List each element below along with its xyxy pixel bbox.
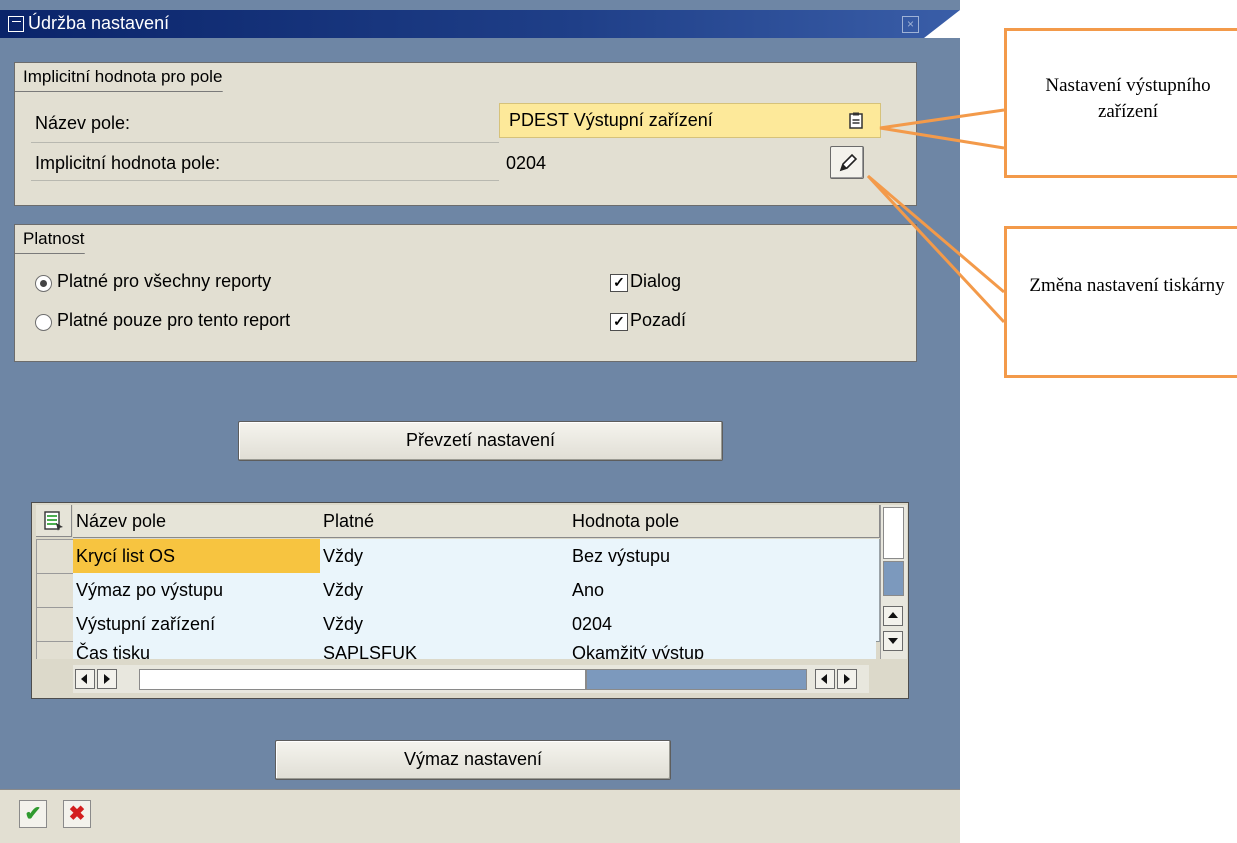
arrow-left-icon xyxy=(821,674,827,684)
table-cell[interactable]: Ano xyxy=(569,573,880,608)
scroll-up-button[interactable] xyxy=(883,606,903,626)
pencil-icon xyxy=(837,152,859,174)
table-cell[interactable]: Čas tisku xyxy=(73,641,324,659)
scroll-right-button-2[interactable] xyxy=(837,669,857,689)
callout-printer-change-text: Změna nastavení tiskárny xyxy=(1029,275,1225,296)
checkmark-icon[interactable]: ✔ xyxy=(19,800,47,828)
checkbox-dialog-label: Dialog xyxy=(630,271,682,291)
vertical-scroll-track[interactable] xyxy=(883,507,904,559)
column-header-value[interactable]: Hodnota pole xyxy=(569,505,880,538)
arrow-down-icon xyxy=(888,638,898,644)
checkbox-background-label: Pozadí xyxy=(630,310,687,330)
settings-table: Název pole Platné Hodnota pole Krycí lis… xyxy=(31,502,909,699)
default-value-group-title: Implicitní hodnota pro pole xyxy=(15,63,240,92)
bottom-toolbar: ✔ ✖ xyxy=(0,789,960,843)
edit-printer-button[interactable] xyxy=(830,146,864,179)
default-value-label: Implicitní hodnota pole: xyxy=(35,153,221,173)
field-name-underline xyxy=(31,142,499,143)
table-cell[interactable]: Vždy xyxy=(320,573,573,608)
close-icon[interactable]: × xyxy=(902,16,919,33)
arrow-up-icon xyxy=(888,612,898,618)
table-row[interactable]: Výmaz po výstupu Vždy Ano xyxy=(32,573,880,609)
apply-settings-button[interactable]: Převzetí nastavení xyxy=(238,421,723,461)
scroll-left-button-2[interactable] xyxy=(815,669,835,689)
table-cell[interactable]: Vždy xyxy=(320,539,573,574)
table-cell[interactable]: Výmaz po výstupu xyxy=(73,573,324,608)
field-name-value: PDEST Výstupní zařízení xyxy=(509,110,713,130)
title-bar: Údržba nastavení × xyxy=(0,10,960,38)
scroll-down-button[interactable] xyxy=(883,631,903,651)
table-settings-icon xyxy=(44,511,64,531)
callout-output-device: Nastavení výstupního zařízení xyxy=(1004,28,1237,178)
radio-this-report-label: Platné pouze pro tento report xyxy=(57,310,291,330)
table-cell[interactable]: Bez výstupu xyxy=(569,539,880,574)
table-cell[interactable]: SAPLSFUK xyxy=(320,641,573,659)
table-select-all[interactable] xyxy=(36,505,72,537)
horizontal-scroll-thumb[interactable] xyxy=(586,669,807,690)
window-icon xyxy=(8,16,24,32)
table-cell[interactable]: Okamžitý výstup xyxy=(569,641,876,659)
radio-all-reports[interactable] xyxy=(35,275,52,292)
vertical-scroll-thumb[interactable] xyxy=(883,561,904,596)
radio-all-reports-label: Platné pro všechny reporty xyxy=(57,271,272,291)
table-row[interactable]: Čas tisku SAPLSFUK Okamžitý výstup xyxy=(32,641,876,659)
table-cell[interactable]: 0204 xyxy=(569,607,880,642)
horizontal-scrollbar[interactable] xyxy=(73,665,869,693)
table-cell[interactable]: Výstupní zařízení xyxy=(73,607,324,642)
default-value-group: Implicitní hodnota pro pole Název pole: … xyxy=(14,62,917,206)
table-cell[interactable]: Krycí list OS xyxy=(73,539,324,574)
arrow-right-icon xyxy=(844,674,850,684)
horizontal-scroll-track[interactable] xyxy=(139,669,586,690)
column-header-valid[interactable]: Platné xyxy=(320,505,572,538)
default-value-underline xyxy=(31,180,499,181)
checkbox-background[interactable]: ✓ xyxy=(610,313,628,331)
field-name-label: Název pole: xyxy=(35,113,131,133)
scroll-left-button[interactable] xyxy=(75,669,95,689)
window-title: Údržba nastavení xyxy=(28,13,170,33)
default-value: 0204 xyxy=(506,153,547,173)
value-help-icon[interactable] xyxy=(849,112,863,129)
scroll-right-button[interactable] xyxy=(97,669,117,689)
arrow-left-icon xyxy=(81,674,87,684)
delete-settings-button[interactable]: Výmaz nastavení xyxy=(275,740,671,780)
field-name-input[interactable]: PDEST Výstupní zařízení xyxy=(499,103,881,138)
table-row[interactable]: Výstupní zařízení Vždy 0204 xyxy=(32,607,880,643)
row-selector[interactable] xyxy=(36,539,74,575)
title-bar-corner xyxy=(924,10,960,38)
validity-group: Platnost Platné pro všechny reporty Plat… xyxy=(14,224,917,362)
validity-group-title: Platnost xyxy=(15,225,102,254)
row-selector[interactable] xyxy=(36,607,74,643)
table-row[interactable]: Krycí list OS Vždy Bez výstupu xyxy=(32,539,880,575)
row-selector[interactable] xyxy=(36,573,74,609)
arrow-right-icon xyxy=(104,674,110,684)
callout-output-device-text: Nastavení výstupního zařízení xyxy=(1045,75,1211,122)
vertical-scrollbar[interactable] xyxy=(880,505,907,659)
cancel-x-icon[interactable]: ✖ xyxy=(63,800,91,828)
row-selector[interactable] xyxy=(36,641,74,659)
column-header-field-name[interactable]: Název pole xyxy=(73,505,323,538)
checkbox-dialog[interactable]: ✓ xyxy=(610,274,628,292)
callout-printer-change: Změna nastavení tiskárny xyxy=(1004,226,1237,378)
table-cell[interactable]: Vždy xyxy=(320,607,573,642)
radio-this-report[interactable] xyxy=(35,314,52,331)
